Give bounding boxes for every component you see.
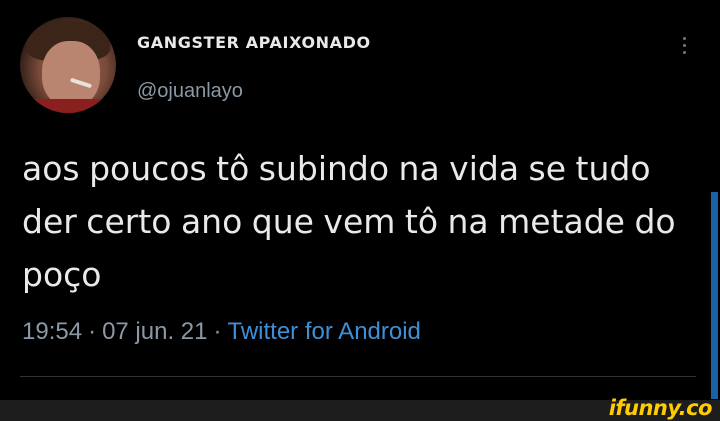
meta-separator: · (213, 318, 222, 345)
tweet: GANGSTER APAIXONADO @ojuanlayo aos pouco… (0, 0, 720, 400)
tweet-source-link[interactable]: Twitter for Android (227, 318, 420, 345)
author-handle[interactable]: @ojuanlayo (137, 80, 243, 103)
scrollbar[interactable] (711, 192, 718, 399)
tweet-date[interactable]: 07 jun. 21 (102, 318, 207, 345)
avatar-face (42, 41, 100, 107)
more-vertical-icon[interactable] (679, 37, 689, 61)
divider (20, 376, 696, 377)
ifunny-watermark: ifunny.co (608, 396, 713, 420)
avatar-shirt (20, 99, 116, 113)
tweet-time[interactable]: 19:54 (22, 318, 82, 345)
meta-separator: · (88, 318, 97, 345)
tweet-text: aos poucos tô subindo na vida se tudo de… (22, 149, 676, 294)
avatar[interactable] (20, 17, 116, 113)
tweet-meta: 19:54 · 07 jun. 21 · Twitter for Android (22, 318, 421, 346)
author-display-name[interactable]: GANGSTER APAIXONADO (137, 33, 371, 52)
